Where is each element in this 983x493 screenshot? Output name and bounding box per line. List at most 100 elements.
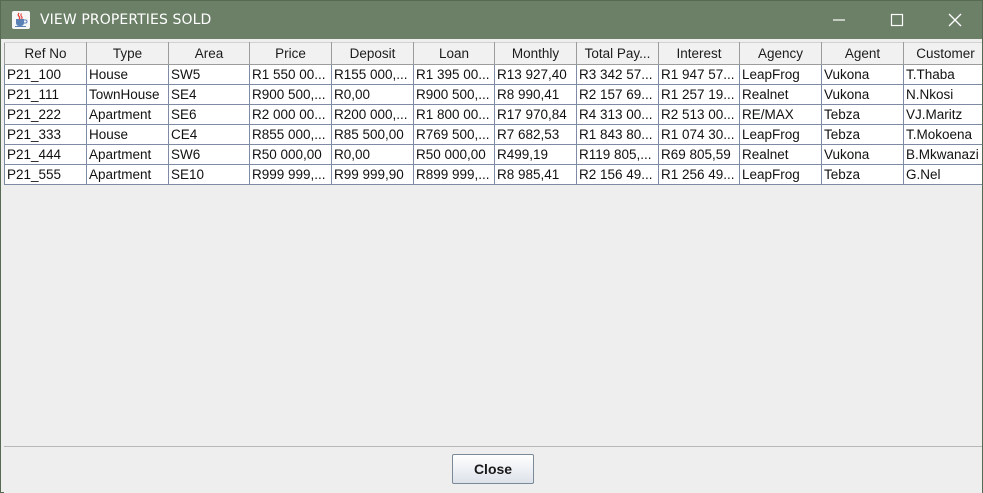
column-header-agency[interactable]: Agency (739, 42, 822, 65)
column-header-monthly[interactable]: Monthly (494, 42, 577, 65)
table-cell[interactable]: P21_333 (4, 124, 87, 145)
table-cell[interactable]: House (86, 124, 169, 145)
table-cell[interactable]: P21_222 (4, 104, 87, 125)
table-cell[interactable]: Tebza (821, 124, 904, 145)
table-cell[interactable]: Tebza (821, 164, 904, 185)
table-row[interactable]: P21_222 Apartment SE6 R2 000 00... R200 … (4, 104, 982, 125)
table-cell[interactable]: R155 000,... (331, 64, 414, 85)
column-header-interest[interactable]: Interest (658, 42, 740, 65)
table-cell[interactable]: VJ.Maritz (903, 104, 982, 125)
table-cell[interactable]: P21_444 (4, 144, 87, 165)
table-cell[interactable]: R499,19 (494, 144, 577, 165)
table-cell[interactable]: P21_555 (4, 164, 87, 185)
table-cell[interactable]: House (86, 64, 169, 85)
table-cell[interactable]: SE6 (168, 104, 250, 125)
table-cell[interactable]: R769 500,... (413, 124, 495, 145)
table-cell[interactable]: R1 843 80... (576, 124, 659, 145)
table-cell[interactable]: Tebza (821, 104, 904, 125)
table-row[interactable]: P21_555 Apartment SE10 R999 999,... R99 … (4, 164, 982, 185)
column-header-loan[interactable]: Loan (413, 42, 495, 65)
table-cell[interactable]: SW6 (168, 144, 250, 165)
table-cell[interactable]: R50 000,00 (249, 144, 332, 165)
column-header-area[interactable]: Area (168, 42, 250, 65)
table-cell[interactable]: R1 256 49... (658, 164, 740, 185)
minimize-button[interactable] (811, 1, 867, 39)
table-cell[interactable]: R855 000,... (249, 124, 332, 145)
properties-sold-window: VIEW PROPERTIES SOLD Ref No Type Area Pr… (0, 0, 983, 493)
table-cell[interactable]: TownHouse (86, 84, 169, 105)
table-cell[interactable]: R17 970,84 (494, 104, 577, 125)
column-header-type[interactable]: Type (86, 42, 169, 65)
table-cell[interactable]: Vukona (821, 144, 904, 165)
column-header-total-pay[interactable]: Total Pay... (576, 42, 659, 65)
table-cell[interactable]: R13 927,40 (494, 64, 577, 85)
table-cell[interactable]: R1 550 00... (249, 64, 332, 85)
table-cell[interactable]: R4 313 00... (576, 104, 659, 125)
table-cell[interactable]: R1 257 19... (658, 84, 740, 105)
window-title: VIEW PROPERTIES SOLD (40, 12, 212, 28)
title-bar[interactable]: VIEW PROPERTIES SOLD (1, 1, 982, 39)
table-cell[interactable]: LeapFrog (739, 64, 822, 85)
table-cell[interactable]: CE4 (168, 124, 250, 145)
maximize-button[interactable] (869, 1, 925, 39)
column-header-agent[interactable]: Agent (821, 42, 904, 65)
table-cell[interactable]: R8 985,41 (494, 164, 577, 185)
table-row[interactable]: P21_111 TownHouse SE4 R900 500,... R0,00… (4, 84, 982, 105)
table-cell[interactable]: Realnet (739, 84, 822, 105)
table-cell[interactable]: Apartment (86, 104, 169, 125)
table-cell[interactable]: R899 999,... (413, 164, 495, 185)
properties-table: Ref No Type Area Price Deposit Loan Mont… (4, 42, 982, 185)
table-cell[interactable]: N.Nkosi (903, 84, 982, 105)
table-cell[interactable]: R900 500,... (249, 84, 332, 105)
table-cell[interactable]: RE/MAX (739, 104, 822, 125)
table-cell[interactable]: SE4 (168, 84, 250, 105)
column-header-deposit[interactable]: Deposit (331, 42, 414, 65)
properties-table-scrollpane[interactable]: Ref No Type Area Price Deposit Loan Mont… (4, 42, 982, 447)
table-cell[interactable]: B.Mkwanazi (903, 144, 982, 165)
table-cell[interactable]: Apartment (86, 144, 169, 165)
table-cell[interactable]: R2 000 00... (249, 104, 332, 125)
table-cell[interactable]: R119 805,... (576, 144, 659, 165)
table-cell[interactable]: R3 342 57... (576, 64, 659, 85)
table-cell[interactable]: R200 000,... (331, 104, 414, 125)
table-cell[interactable]: P21_111 (4, 84, 87, 105)
table-cell[interactable]: R0,00 (331, 84, 414, 105)
column-header-customer[interactable]: Customer (903, 42, 982, 65)
table-cell[interactable]: T.Mokoena (903, 124, 982, 145)
column-header-price[interactable]: Price (249, 42, 332, 65)
table-cell[interactable]: R2 157 69... (576, 84, 659, 105)
table-cell[interactable]: Realnet (739, 144, 822, 165)
table-cell[interactable]: P21_100 (4, 64, 87, 85)
table-cell[interactable]: R99 999,90 (331, 164, 414, 185)
table-cell[interactable]: R1 947 57... (658, 64, 740, 85)
table-cell[interactable]: SE10 (168, 164, 250, 185)
table-cell[interactable]: Vukona (821, 84, 904, 105)
table-cell[interactable]: T.Thaba (903, 64, 982, 85)
table-cell[interactable]: R7 682,53 (494, 124, 577, 145)
table-cell[interactable]: R8 990,41 (494, 84, 577, 105)
table-cell[interactable]: R85 500,00 (331, 124, 414, 145)
table-cell[interactable]: Apartment (86, 164, 169, 185)
table-cell[interactable]: LeapFrog (739, 164, 822, 185)
table-cell[interactable]: R50 000,00 (413, 144, 495, 165)
table-cell[interactable]: R2 156 49... (576, 164, 659, 185)
table-cell[interactable]: SW5 (168, 64, 250, 85)
close-button[interactable]: Close (452, 454, 534, 484)
table-cell[interactable]: R999 999,... (249, 164, 332, 185)
table-cell[interactable]: LeapFrog (739, 124, 822, 145)
table-cell[interactable]: R1 800 00... (413, 104, 495, 125)
table-cell[interactable]: R1 395 00... (413, 64, 495, 85)
table-cell[interactable]: R0,00 (331, 144, 414, 165)
table-row[interactable]: P21_444 Apartment SW6 R50 000,00 R0,00 R… (4, 144, 982, 165)
close-window-button[interactable] (927, 1, 983, 39)
table-cell[interactable]: R900 500,... (413, 84, 495, 105)
table-row[interactable]: P21_333 House CE4 R855 000,... R85 500,0… (4, 124, 982, 145)
table-cell[interactable]: Vukona (821, 64, 904, 85)
table-header-row: Ref No Type Area Price Deposit Loan Mont… (4, 42, 982, 65)
table-cell[interactable]: R1 074 30... (658, 124, 740, 145)
table-cell[interactable]: R69 805,59 (658, 144, 740, 165)
table-row[interactable]: P21_100 House SW5 R1 550 00... R155 000,… (4, 64, 982, 85)
column-header-ref-no[interactable]: Ref No (4, 42, 87, 65)
table-cell[interactable]: R2 513 00... (658, 104, 740, 125)
table-cell[interactable]: G.Nel (903, 164, 982, 185)
